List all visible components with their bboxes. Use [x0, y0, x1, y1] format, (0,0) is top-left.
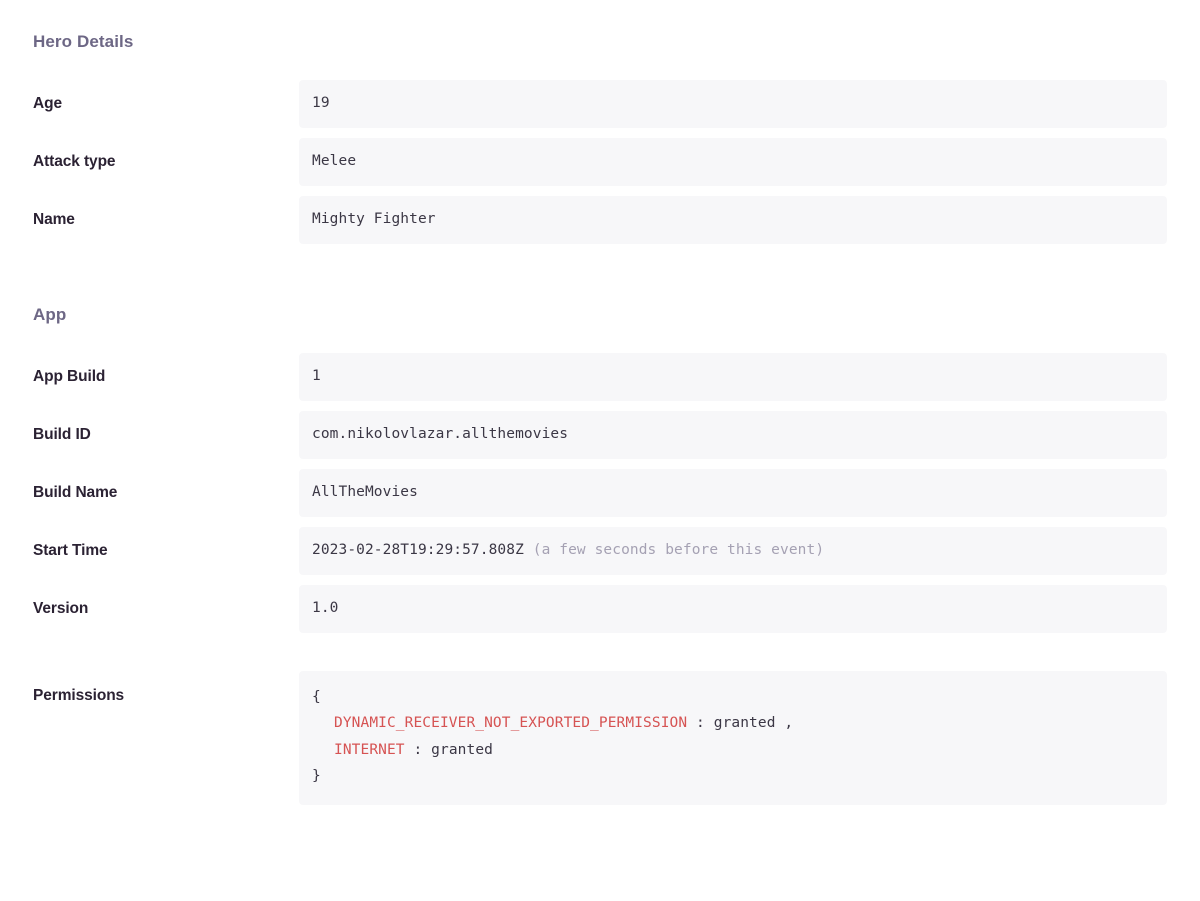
- row-label-name: Name: [33, 211, 75, 228]
- row-value-permissions[interactable]: { DYNAMIC_RECEIVER_NOT_EXPORTED_PERMISSIO…: [299, 671, 1167, 805]
- event-details-page: Hero Details Age 19 Attack type Melee Na…: [0, 33, 1200, 901]
- json-entry: INTERNET : granted: [312, 737, 1154, 763]
- row-value-version[interactable]: 1.0: [299, 585, 1167, 633]
- json-colon: :: [696, 715, 705, 732]
- json-comma: ,: [784, 715, 794, 732]
- row-value-attack-type[interactable]: Melee: [299, 138, 1167, 186]
- row-label-build-name: Build Name: [33, 484, 118, 501]
- table-row: Age 19: [33, 80, 1167, 128]
- row-label-age: Age: [33, 95, 62, 112]
- row-label-app-build: App Build: [33, 368, 106, 385]
- json-entry: DYNAMIC_RECEIVER_NOT_EXPORTED_PERMISSION…: [312, 710, 1154, 736]
- row-label-permissions: Permissions: [33, 687, 125, 704]
- table-row: Name Mighty Fighter: [33, 196, 1167, 244]
- section-header-hero-details: Hero Details: [33, 32, 134, 51]
- row-value-age[interactable]: 19: [299, 80, 1167, 128]
- row-label-version: Version: [33, 600, 89, 617]
- json-colon: :: [413, 741, 423, 758]
- table-row: Build ID com.nikolovlazar.allthemovies: [33, 411, 1167, 459]
- permission-key: INTERNET: [334, 741, 405, 758]
- table-row: App Build 1: [33, 353, 1167, 401]
- hero-details-rows: Age 19 Attack type Melee Name Mighty Fig…: [33, 80, 1167, 244]
- json-open-brace: {: [312, 689, 321, 705]
- row-value-start-time[interactable]: 2023-02-28T19:29:57.808Z (a few seconds …: [299, 527, 1167, 575]
- row-value-build-name[interactable]: AllTheMovies: [299, 469, 1167, 517]
- table-row: Start Time 2023-02-28T19:29:57.808Z (a f…: [33, 527, 1167, 575]
- row-value-name[interactable]: Mighty Fighter: [299, 196, 1167, 244]
- section-header-app: App: [33, 305, 67, 324]
- row-label-start-time: Start Time: [33, 542, 108, 559]
- row-label-attack-type: Attack type: [33, 153, 116, 170]
- row-value-app-build[interactable]: 1: [299, 353, 1167, 401]
- table-row: Build Name AllTheMovies: [33, 469, 1167, 517]
- table-row-permissions: Permissions { DYNAMIC_RECEIVER_NOT_EXPORT…: [33, 671, 1167, 805]
- row-label-build-id: Build ID: [33, 426, 91, 443]
- permission-key: DYNAMIC_RECEIVER_NOT_EXPORTED_PERMISSION: [334, 715, 688, 732]
- table-row: Version 1.0: [33, 585, 1167, 633]
- app-rows: App Build 1 Build ID com.nikolovlazar.al…: [33, 353, 1167, 805]
- permission-value: granted: [431, 741, 493, 758]
- start-time-relative-annotation: (a few seconds before this event): [532, 542, 825, 559]
- permission-value: granted: [713, 715, 776, 732]
- table-row: Attack type Melee: [33, 138, 1167, 186]
- start-time-timestamp: 2023-02-28T19:29:57.808Z: [312, 542, 524, 559]
- row-value-build-id[interactable]: com.nikolovlazar.allthemovies: [299, 411, 1167, 459]
- json-close-brace: }: [312, 768, 321, 785]
